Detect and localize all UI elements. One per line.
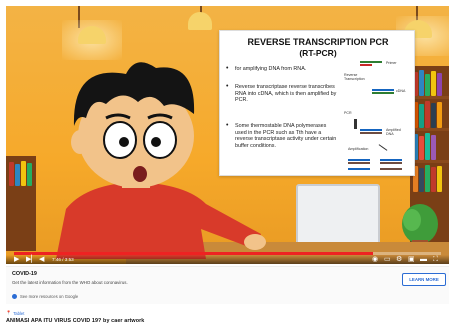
primer-strand [360,64,372,66]
rna-strand [360,61,382,63]
info-card-description: Get the latest information from the WHO … [12,280,128,285]
book [437,166,442,192]
book [9,162,14,186]
cdna-strand [372,89,394,91]
dna-copy [348,159,370,161]
book [419,168,424,192]
book [425,165,430,192]
resources-link[interactable]: See more resources on Google [12,294,78,299]
location-text: Tablet [13,310,25,316]
slide-subtitle: (RT-PCR) [299,48,337,58]
location-pin-icon: 📍 [6,310,12,315]
fullscreen-icon[interactable]: ⛶ [433,255,438,264]
dna-copy [380,168,402,170]
pcr-label: PCR [344,111,352,115]
google-icon [12,294,17,299]
book [419,104,424,128]
shelf-board [410,96,449,99]
dna-copy [380,159,402,161]
bullet-text: for amplifying DNA from RNA. [235,66,307,72]
book [431,103,436,128]
book [419,136,424,160]
book [15,164,20,186]
book [431,167,436,192]
video-frame: REVERSE TRANSCRIPTION PCR (RT-PCR) • for … [6,6,449,264]
video-title: ANIMASI APA ITU VIRUS COVID 19? by caer … [6,318,145,324]
amplified-dna-label: Amplified DNA [386,128,401,136]
theater-icon[interactable]: ▬ [420,255,427,264]
primer-label: Primer [386,61,397,65]
time-display: 7:46 / 3:53 [52,257,74,262]
book [431,135,436,160]
autoplay-icon[interactable]: ◉ [372,255,378,264]
book [425,133,430,160]
resources-link-text: See more resources on Google [20,294,79,299]
pcr-arrow [354,119,357,129]
bullet-text: Reverse transcriptase reverse transcribe… [235,84,337,104]
volume-icon[interactable]: ◀ [39,255,44,264]
presentation-slide: REVERSE TRANSCRIPTION PCR (RT-PCR) • for … [219,30,415,176]
dna-copy [380,162,402,164]
shelf-board [410,160,449,163]
dna-copy [348,162,370,164]
book [425,74,430,96]
rna-strand [372,92,394,94]
book [425,101,430,128]
book [437,73,442,96]
slide-bullet: • Reverse transcriptase reverse transcrib… [226,83,337,104]
book [419,70,424,96]
video-player[interactable]: REVERSE TRANSCRIPTION PCR (RT-PCR) • for … [6,6,449,264]
computer-monitor [296,184,380,246]
amplification-arrow [378,144,388,151]
cdna-label: cDNA [396,89,406,93]
amplification-label: Amplification [348,147,369,151]
location-tag[interactable]: 📍 Tablet [6,310,24,316]
play-icon[interactable]: ▶ [14,255,19,264]
slide-bullet: • Some thermostable DNA polymerases used … [226,122,337,149]
book [431,71,436,96]
covid-info-card: COVID-19 Get the latest information from… [6,266,449,304]
page: { "slide": { "title": "REVERSE TRANSCRIP… [0,0,457,333]
dna-strand [360,129,382,131]
next-icon[interactable]: ▶▏ [26,255,37,264]
miniplayer-icon[interactable]: ▣ [408,255,415,264]
bullet-text: Some thermostable DNA polymerases used i… [235,123,337,149]
learn-more-button[interactable]: LEARN MORE [402,273,446,286]
shelf-board [410,128,449,131]
slide-title: REVERSE TRANSCRIPTION PCR [247,37,389,47]
book [437,102,442,128]
lamp-center [188,12,212,30]
subtitles-icon[interactable]: ▭ [384,255,391,264]
player-controls: ▶ ▶▏ ◀ 7:46 / 3:53 ◉ ▭ ⚙ ▣ ▬ ⛶ [6,255,449,264]
slide-bullet: • for amplifying DNA from RNA. [226,65,338,73]
dna-copy [348,168,370,170]
dna-strand [360,132,382,134]
info-card-title: COVID-19 [12,271,37,277]
settings-icon[interactable]: ⚙ [396,255,402,264]
reverse-transcription-label: Reverse Transcription [344,73,365,81]
